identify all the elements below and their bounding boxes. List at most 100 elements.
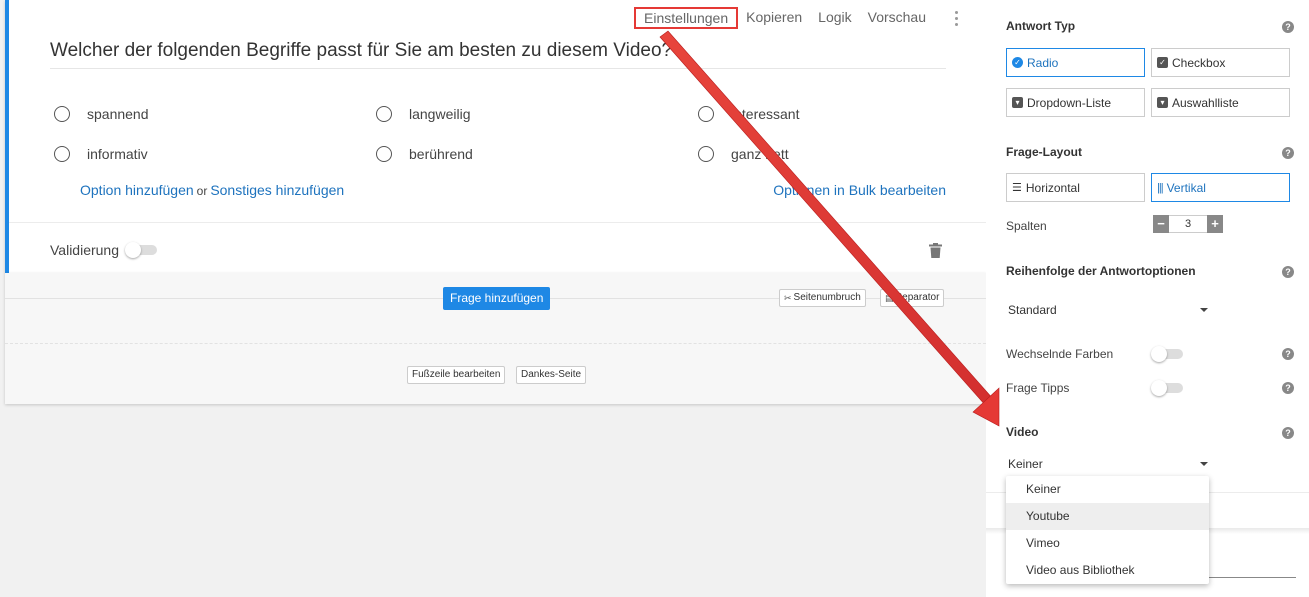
video-title: Video — [1006, 425, 1039, 439]
option-item[interactable]: ganz nett — [698, 146, 789, 162]
option-item[interactable]: berührend — [376, 146, 473, 162]
video-select[interactable]: Keiner — [1008, 457, 1208, 471]
layout-vertical-label: Vertikal — [1166, 180, 1206, 195]
separator-button[interactable]: ▤ Separator — [880, 289, 945, 307]
alternating-colors-label: Wechselnde Farben — [1006, 347, 1114, 361]
help-icon[interactable]: ? — [1282, 266, 1294, 278]
option-item[interactable]: spannend — [54, 106, 149, 122]
alternating-colors-toggle[interactable] — [1151, 346, 1183, 362]
bulk-edit-label[interactable]: Optionen in Bulk bearbeiten — [773, 182, 946, 198]
video-dropdown-menu: Keiner Youtube Vimeo Video aus Bibliothe… — [1006, 476, 1209, 584]
help-icon[interactable]: ? — [1282, 382, 1294, 394]
question-card: Einstellungen Kopieren Logik Vorschau We… — [5, 0, 986, 273]
dropdown-icon: ▾ — [1157, 97, 1168, 108]
radio-icon[interactable] — [376, 106, 392, 122]
bulk-edit-link[interactable]: Optionen in Bulk bearbeiten — [773, 182, 946, 198]
layout-vertical-button[interactable]: ||| Vertikal — [1151, 173, 1290, 202]
type-selectlist-label: Auswahlliste — [1172, 95, 1239, 110]
layout-horizontal-button[interactable]: ☰ Horizontal — [1006, 173, 1145, 202]
add-question-button[interactable]: Frage hinzufügen — [443, 287, 551, 310]
order-title: Reihenfolge der Antwortoptionen — [1006, 264, 1196, 278]
radio-icon[interactable] — [698, 146, 714, 162]
add-other-link[interactable]: Sonstiges hinzufügen — [210, 182, 344, 198]
type-dropdown-label: Dropdown-Liste — [1027, 95, 1112, 110]
radio-icon[interactable] — [698, 106, 714, 122]
thanks-page-label: Dankes-Seite — [521, 369, 582, 380]
type-selectlist-button[interactable]: ▾ Auswahlliste — [1151, 88, 1290, 117]
radio-icon[interactable] — [376, 146, 392, 162]
settings-tab[interactable]: Einstellungen — [634, 7, 739, 29]
option-label[interactable]: ganz nett — [731, 146, 789, 162]
or-text: or — [196, 184, 208, 198]
thanks-page-button[interactable]: Dankes-Seite — [516, 366, 587, 384]
survey-editor: Einstellungen Kopieren Logik Vorschau We… — [0, 0, 1309, 597]
help-icon[interactable]: ? — [1282, 427, 1294, 439]
columns-value[interactable]: 3 — [1169, 215, 1207, 233]
type-radio-button[interactable]: ✓ Radio — [1006, 48, 1145, 77]
caret-down-icon — [1200, 462, 1208, 466]
help-icon[interactable]: ? — [1282, 147, 1294, 159]
order-value: Standard — [1008, 303, 1057, 317]
order-select[interactable]: Standard — [1008, 303, 1208, 317]
validation-label: Validierung — [50, 242, 120, 258]
option-item[interactable]: interessant — [698, 106, 799, 122]
divider — [9, 222, 986, 223]
checkbox-icon: ✓ — [1157, 57, 1168, 68]
logic-tab[interactable]: Logik — [810, 7, 859, 29]
preview-tab[interactable]: Vorschau — [860, 7, 934, 29]
help-icon[interactable]: ? — [1282, 348, 1294, 360]
option-label[interactable]: langweilig — [409, 106, 470, 122]
video-option-library[interactable]: Video aus Bibliothek — [1006, 557, 1209, 584]
layout-horizontal-label: Horizontal — [1025, 180, 1080, 195]
validation-toggle[interactable] — [125, 242, 158, 258]
page-break-button[interactable]: ✂ Seitenumbruch — [779, 289, 866, 307]
add-option-links: Option hinzufügen or Sonstiges hinzufügen — [80, 182, 344, 198]
page-area: Frage hinzufügen ✂ Seitenumbruch ▤ Separ… — [5, 273, 986, 404]
option-label[interactable]: berührend — [409, 146, 473, 162]
divider — [50, 68, 946, 69]
add-option-link[interactable]: Option hinzufügen — [80, 182, 194, 198]
check-circle-icon: ✓ — [1012, 57, 1023, 68]
answer-type-title: Antwort Typ — [1006, 19, 1076, 33]
option-item[interactable]: informativ — [54, 146, 148, 162]
video-option-vimeo[interactable]: Vimeo — [1006, 530, 1209, 557]
page-break-label: Seitenumbruch — [793, 292, 861, 303]
layout-title: Frage-Layout — [1006, 145, 1083, 159]
type-radio-label: Radio — [1027, 55, 1059, 70]
edit-footer-label: Fußzeile bearbeiten — [412, 369, 501, 380]
option-label[interactable]: spannend — [87, 106, 149, 122]
columns-icon: ||| — [1157, 181, 1164, 194]
type-dropdown-button[interactable]: ▾ Dropdown-Liste — [1006, 88, 1145, 117]
columns-stepper: − 3 + — [1153, 215, 1223, 233]
plus-button[interactable]: + — [1207, 215, 1223, 233]
question-toolbar: Einstellungen Kopieren Logik Vorschau — [634, 7, 966, 29]
help-icon[interactable]: ? — [1282, 21, 1294, 33]
radio-icon[interactable] — [54, 146, 70, 162]
type-checkbox-button[interactable]: ✓ Checkbox — [1151, 48, 1290, 77]
columns-label: Spalten — [1006, 219, 1047, 233]
question-title[interactable]: Welcher der folgenden Begriffe passt für… — [50, 40, 672, 62]
option-label[interactable]: interessant — [731, 106, 799, 122]
option-item[interactable]: langweilig — [376, 106, 470, 122]
tips-toggle[interactable] — [1151, 380, 1183, 396]
trash-icon[interactable] — [929, 243, 942, 258]
caret-down-icon — [1200, 308, 1208, 312]
option-label[interactable]: informativ — [87, 146, 148, 162]
edit-footer-button[interactable]: Fußzeile bearbeiten — [407, 366, 506, 384]
page-divider-dashed — [5, 343, 986, 344]
dropdown-icon: ▾ — [1012, 97, 1023, 108]
tips-label: Frage Tipps — [1006, 381, 1070, 395]
validation-row: Validierung — [50, 242, 158, 258]
video-value: Keiner — [1008, 457, 1043, 471]
video-option-none[interactable]: Keiner — [1006, 476, 1209, 503]
list-icon: ☰ — [1012, 182, 1022, 194]
kebab-icon[interactable] — [946, 7, 966, 29]
video-option-youtube[interactable]: Youtube — [1006, 503, 1209, 530]
type-checkbox-label: Checkbox — [1172, 55, 1226, 70]
copy-tab[interactable]: Kopieren — [738, 7, 810, 29]
separator-icon: ▤ — [885, 293, 894, 303]
scissors-icon: ✂ — [784, 293, 792, 303]
minus-button[interactable]: − — [1153, 215, 1169, 233]
separator-label: Separator — [895, 292, 940, 303]
radio-icon[interactable] — [54, 106, 70, 122]
